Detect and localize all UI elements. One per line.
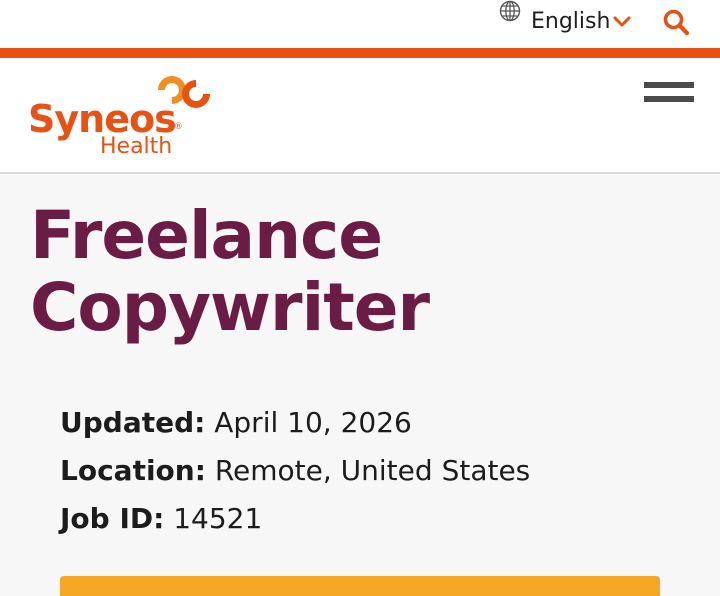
hamburger-menu-icon[interactable] [644, 82, 694, 108]
job-location: Location: Remote, United States [60, 453, 530, 489]
menu-line [644, 96, 694, 102]
apply-button[interactable] [60, 576, 660, 596]
top-bar: English [0, 0, 720, 48]
job-title: Freelance Copywriter [30, 197, 430, 346]
logo-subtitle: Health [100, 134, 173, 159]
location-value: Remote, United States [214, 454, 531, 487]
chevron-down-icon[interactable] [612, 12, 632, 32]
globe-icon[interactable] [499, 0, 521, 22]
updated-value: April 10, 2026 [214, 406, 412, 439]
logo-registered-mark: ® [174, 122, 183, 132]
updated-label: Updated: [60, 406, 206, 439]
job-id: Job ID: 14521 [60, 501, 262, 537]
location-label: Location: [60, 454, 206, 487]
menu-line [644, 82, 694, 88]
job-id-value: 14521 [173, 502, 263, 535]
syneos-health-logo[interactable]: Syneos ® Health [28, 72, 218, 160]
accent-strip [0, 48, 720, 58]
search-icon[interactable] [662, 8, 690, 36]
job-updated: Updated: April 10, 2026 [60, 405, 412, 441]
site-header: Syneos ® Health [0, 58, 720, 174]
language-selector-label[interactable]: English [531, 7, 610, 37]
job-id-label: Job ID: [60, 502, 165, 535]
